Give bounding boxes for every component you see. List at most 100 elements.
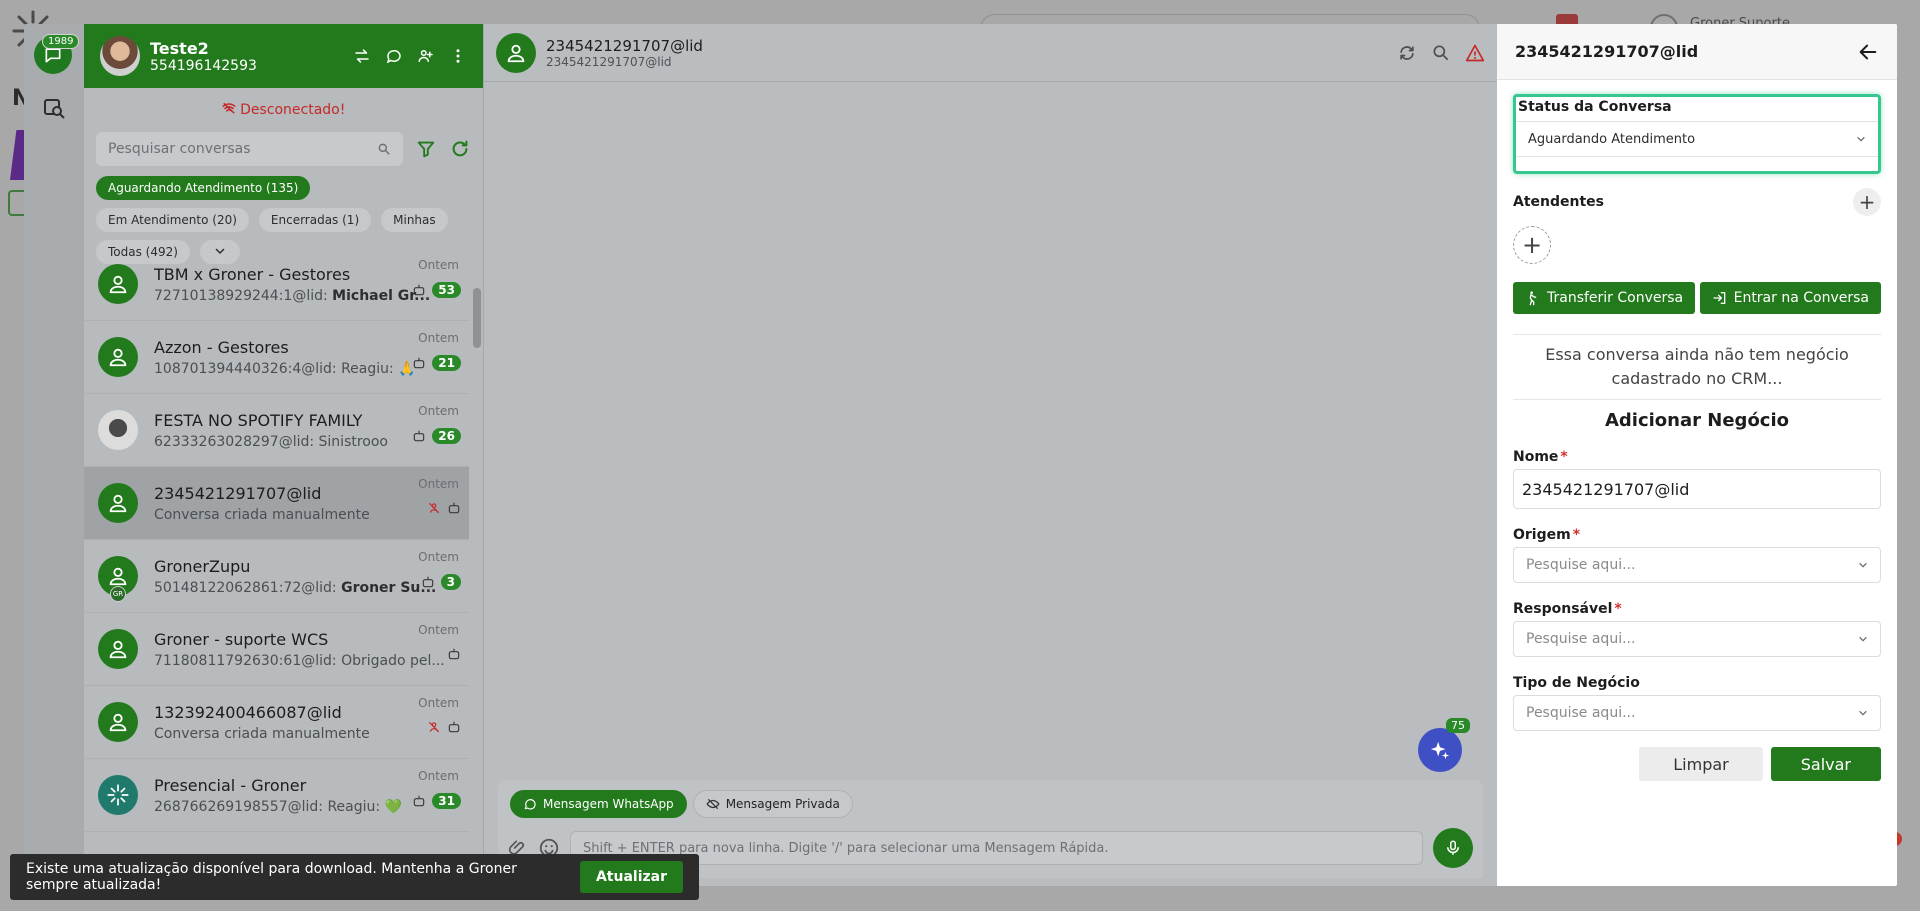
bot-icon: [448, 721, 460, 733]
chevron-down-icon: [1859, 710, 1867, 716]
transfer-label: Transferir Conversa: [1547, 290, 1684, 306]
record-audio-button[interactable]: [1433, 828, 1473, 868]
transfer-conversation-button[interactable]: Transferir Conversa: [1513, 282, 1696, 314]
user-icon: [109, 567, 127, 586]
ai-assistant-button[interactable]: [1418, 728, 1462, 772]
conversation-preview: Conversa criada manualmente: [154, 725, 370, 742]
enter-conversation-button[interactable]: Entrar na Conversa: [1699, 282, 1881, 314]
more-vertical-icon[interactable]: [449, 47, 467, 65]
responsible-select[interactable]: Pesquise aqui...: [1513, 621, 1881, 657]
user-icon: [109, 713, 127, 732]
add-deal-title: Adicionar Negócio: [1513, 399, 1881, 431]
origin-select[interactable]: Pesquise aqui...: [1513, 547, 1881, 583]
sync-icon[interactable]: [1397, 43, 1417, 63]
tab-private-label: Mensagem Privada: [725, 797, 840, 811]
tab-private-message[interactable]: Mensagem Privada: [692, 790, 853, 818]
user-icon: [507, 44, 525, 62]
bot-icon: [448, 502, 460, 514]
required-marker: *: [1572, 527, 1581, 543]
conversation-search-input[interactable]: Pesquisar conversas: [96, 132, 403, 166]
unread-count-badge: 1989: [42, 34, 80, 49]
microphone-icon: [1447, 840, 1459, 855]
conversation-status-field: Status da Conversa Aguardando Atendiment…: [1513, 94, 1881, 174]
filter-chip-in-service[interactable]: Em Atendimento (20): [96, 208, 249, 232]
warning-icon[interactable]: [1465, 43, 1485, 63]
assign-attendant-button[interactable]: +: [1513, 226, 1551, 264]
bot-icon: [414, 357, 425, 369]
conversation-scrollbar[interactable]: [473, 248, 481, 348]
unread-count: 53: [432, 282, 461, 298]
crm-empty-note: Essa conversa ainda não tem negócio cada…: [1513, 334, 1881, 391]
responsible-placeholder: Pesquise aqui...: [1526, 631, 1636, 647]
chat-subtitle: 2345421291707@lid: [546, 54, 672, 69]
search-history-icon[interactable]: [42, 96, 66, 120]
add-attendant-button[interactable]: +: [1853, 188, 1881, 216]
profile-avatar[interactable]: [100, 36, 140, 76]
conversation-item[interactable]: Azzon - Gestores 108701394440326:4@lid: …: [84, 321, 469, 394]
deal-type-select[interactable]: Pesquise aqui...: [1513, 695, 1881, 731]
connection-status-label: Desconectado!: [240, 102, 346, 118]
conversation-item[interactable]: FESTA NO SPOTIFY FAMILY 62333263028297@l…: [84, 394, 469, 467]
conversation-time: Ontem: [418, 550, 459, 564]
contact-avatar: [98, 702, 138, 742]
refresh-icon[interactable]: [449, 138, 471, 160]
name-field-label: Nome: [1513, 449, 1559, 465]
clear-button[interactable]: Limpar: [1639, 747, 1763, 781]
arrow-left-icon[interactable]: [1857, 41, 1879, 63]
connection-status: Desconectado!: [84, 102, 483, 118]
conversation-item[interactable]: GR GronerZupu 50148122062861:72@lid: Gro…: [84, 540, 469, 613]
status-value: Aguardando Atendimento: [1528, 131, 1696, 147]
chat-area: 2345421291707@lid 2345421291707@lid 75 M…: [484, 24, 1497, 886]
status-select[interactable]: Aguardando Atendimento: [1516, 121, 1878, 157]
add-group-icon[interactable]: [417, 47, 435, 65]
contact-avatar: GR: [98, 556, 138, 602]
conversation-time: Ontem: [418, 696, 459, 710]
unread-count: 31: [432, 793, 461, 809]
required-marker: *: [1560, 449, 1568, 465]
deal-name-input[interactable]: 2345421291707@lid: [1513, 469, 1881, 509]
filter-chip-closed[interactable]: Encerradas (1): [258, 208, 372, 232]
chat-title: 2345421291707@lid: [546, 36, 703, 55]
whatsapp-icon: [524, 799, 536, 810]
deal-name-value: 2345421291707@lid: [1522, 479, 1690, 499]
wifi-off-icon: [222, 102, 236, 114]
tab-whatsapp-message[interactable]: Mensagem WhatsApp: [510, 790, 687, 818]
no-attendant-icon: [428, 721, 440, 733]
conversation-item[interactable]: Presencial - Groner 268766269198557@lid:…: [84, 759, 469, 832]
unread-count: 26: [432, 428, 461, 444]
conversation-time: Ontem: [418, 331, 459, 345]
conversation-item[interactable]: 132392400466087@lid Conversa criada manu…: [84, 686, 469, 759]
conversation-name: Presencial - Groner: [154, 775, 307, 795]
user-icon: [109, 348, 127, 367]
sparkles-icon: [1430, 741, 1450, 760]
plus-icon: +: [1521, 231, 1543, 259]
conversation-name: Azzon - Gestores: [154, 337, 289, 357]
unread-count: 21: [432, 355, 461, 371]
conversation-item[interactable]: Groner - suporte WCS 71180811792630:61@l…: [84, 613, 469, 686]
contact-avatar: [98, 337, 138, 377]
conversation-time: Ontem: [418, 769, 459, 783]
conversation-item[interactable]: TBM x Groner - Gestores 72710138929244:1…: [84, 248, 469, 321]
new-chat-icon[interactable]: [385, 47, 403, 65]
groner-logo-icon: [107, 784, 129, 806]
filter-chip-waiting[interactable]: Aguardando Atendimento (135): [96, 176, 311, 200]
ai-credits-badge: 75: [1446, 718, 1470, 733]
bot-icon: [422, 576, 433, 588]
search-messages-icon[interactable]: [1431, 43, 1451, 63]
switch-arrows-icon[interactable]: [353, 47, 371, 65]
chat-modal: 1989 Teste2 554196142593 Desconectado! P…: [24, 24, 1897, 886]
update-button[interactable]: Atualizar: [579, 861, 683, 893]
conversation-item-selected[interactable]: 2345421291707@lid Conversa criada manual…: [84, 467, 469, 540]
conversation-preview: Conversa criada manualmente: [154, 506, 370, 523]
filter-icon[interactable]: [415, 138, 437, 160]
icon-rail: 1989: [24, 24, 84, 886]
conversation-preview: 50148122062861:72@lid:: [154, 579, 342, 596]
conversation-time: Ontem: [418, 404, 459, 418]
chevron-down-icon: [1859, 562, 1867, 568]
origin-placeholder: Pesquise aqui...: [1526, 557, 1636, 573]
scrollbar-thumb[interactable]: [473, 288, 481, 348]
chat-contact-avatar[interactable]: [496, 32, 536, 73]
filter-chip-mine[interactable]: Minhas: [381, 208, 448, 232]
save-button[interactable]: Salvar: [1770, 747, 1881, 781]
update-toast: Existe uma atualização disponível para d…: [10, 854, 699, 900]
